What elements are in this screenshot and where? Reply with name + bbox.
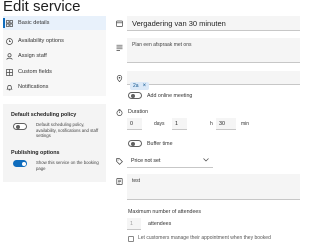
page-title: Edit service [3,0,81,15]
duration-hours-input[interactable]: 1 [172,118,187,130]
attendees-unit: attendees [148,221,172,227]
manage-appointment-label: Let customers manage their appointment w… [138,235,271,241]
default-policy-toggle[interactable] [13,123,27,130]
bell-icon [6,84,13,91]
nav-item-availability-options[interactable]: Availability options [3,34,106,48]
nav-label: Custom fields [18,69,52,75]
duration-minutes-input[interactable]: 30 [216,118,236,130]
person-icon [6,52,13,60]
service-name-input[interactable]: Vergadering van 30 minuten [127,16,300,31]
chevron-down-icon [203,158,209,164]
clock-icon [6,37,13,45]
publishing-options-title: Publishing options [11,150,60,156]
duration-label: Duration [128,109,149,115]
online-meeting-label: Add online meeting [147,93,193,99]
location-chip[interactable]: 2a × [130,82,150,90]
nav-label: Availability options [18,38,64,44]
price-select-value: Price not set [131,158,161,164]
text-lines-icon [116,44,123,51]
publishing-description: Show this service on the booking page [36,160,99,171]
grid-list-icon [6,68,13,76]
nav-item-assign-staff[interactable]: Assign staff [3,49,106,63]
duration-days-input[interactable]: 0 [127,118,142,130]
toggle-knob [15,125,20,129]
location-input[interactable]: 2a × [127,71,300,90]
grid-icon [6,19,13,27]
online-meeting-toggle[interactable] [128,92,142,99]
price-tag-icon [116,158,123,165]
max-attendees-label: Maximum number of attendees [128,209,202,215]
minutes-unit: min [241,121,250,127]
buffer-time-label: Buffer time [147,141,173,147]
buffer-time-toggle[interactable] [128,140,142,147]
notes-icon [116,178,123,185]
price-select[interactable]: Price not set [127,155,213,168]
toggle-knob [21,161,26,166]
settings-panel: Default scheduling policy Default schedu… [3,104,106,182]
manage-appointment-checkbox[interactable] [128,236,134,242]
nav-label: Notifications [18,84,49,90]
hours-unit: h [210,121,213,127]
left-nav: Basic details Availability options Assig… [3,16,106,96]
days-unit: days [154,121,165,127]
calendar-icon [116,20,123,27]
nav-item-custom-fields[interactable]: Custom fields [3,65,106,79]
default-policy-description: Default scheduling policy, availability,… [36,122,99,139]
max-attendees-input[interactable]: 1 [127,218,141,230]
timer-icon [116,109,123,116]
notes-input[interactable]: test [127,174,300,200]
nav-label: Basic details [18,20,50,26]
service-description-input[interactable]: Plan een afspraak met ons [127,38,300,63]
default-policy-title: Default scheduling policy [11,112,77,118]
nav-label: Assign staff [18,53,47,59]
nav-item-basic-details[interactable]: Basic details [3,16,106,30]
location-pin-icon [116,75,123,82]
publishing-toggle[interactable] [13,160,27,167]
toggle-knob [130,94,135,98]
nav-item-notifications[interactable]: Notifications [3,80,106,94]
chip-remove-icon[interactable]: × [143,83,147,89]
toggle-knob [130,142,135,146]
location-chip-label: 2a [133,83,139,89]
